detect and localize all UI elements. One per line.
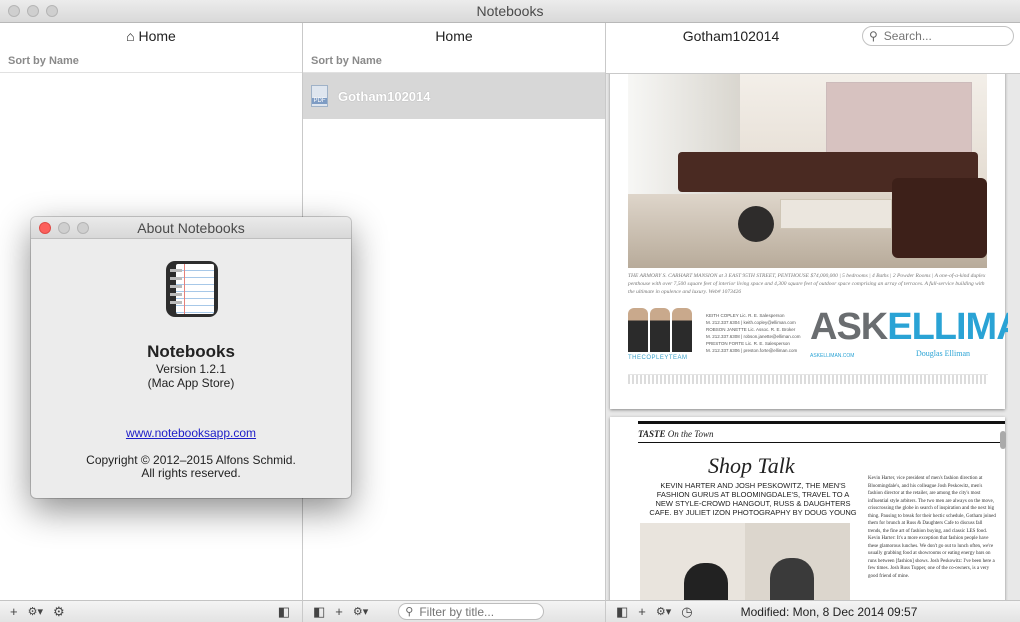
sidebar-toggle-icon[interactable]: ◧ — [313, 601, 325, 622]
article-headline: Shop Talk — [708, 453, 795, 478]
about-close-button[interactable] — [39, 222, 51, 234]
search-icon: ⚲ — [869, 29, 878, 43]
app-version: Version 1.2.1 — [155, 362, 227, 376]
sort-by-name-button[interactable]: Sort by Name — [303, 49, 605, 73]
brand-ask: ASK — [810, 306, 888, 348]
list-item-name: Gotham102014 — [338, 88, 431, 104]
sidebar-toggle-icon[interactable]: ◧ — [278, 601, 290, 622]
modified-date: Modified: Mon, 8 Dec 2014 09:57 — [740, 604, 918, 619]
search-icon: ⚲ — [405, 606, 414, 618]
article-photo — [640, 523, 850, 600]
notebooks-toolbar: + ⚙▾ ⚙ ◧ — [0, 600, 303, 622]
title-bar[interactable]: Notebooks — [0, 0, 1020, 23]
brand-logo: ASKELLIMAN — [810, 306, 1008, 349]
gear-menu-icon[interactable]: ⚙▾ — [353, 601, 368, 622]
photo-coffee-table — [780, 199, 892, 229]
pdf-page-2: TASTE On the Town Shop Talk KEVIN HARTER… — [610, 417, 1005, 600]
brand-site: ASKELLIMAN.COM — [810, 353, 855, 359]
contact-line: M. 212.337.6308 | robson.janette@elliman… — [706, 334, 801, 339]
photo-sofa-right — [892, 178, 987, 258]
settings-gear-icon[interactable]: ⚙ — [53, 601, 65, 622]
documents-toolbar: ◧ + ⚙▾ ⚲ — [303, 600, 606, 622]
section-name: TASTE — [638, 429, 666, 439]
sort-by-name-button[interactable]: Sort by Name — [0, 49, 302, 73]
notebooks-pane-header: ⌂ Home — [126, 28, 176, 44]
brand-sub: Douglas Elliman — [916, 349, 970, 358]
listing-caption: THE ARMORY S. CARHART MANSION at 3 EAST … — [628, 273, 986, 295]
about-window-controls — [39, 222, 89, 234]
add-button[interactable]: + — [638, 601, 646, 622]
notebooks-app-icon — [162, 259, 222, 319]
list-item[interactable]: PDF Gotham102014 — [303, 73, 605, 119]
contact-line: ROBSON JANETTE Lic. Assoc. R. E. Broker — [706, 327, 796, 332]
photo-person — [684, 563, 728, 600]
app-icon-rings — [170, 269, 182, 309]
gear-menu-icon[interactable]: ⚙▾ — [656, 601, 671, 622]
agent-photo — [650, 308, 670, 352]
app-icon-margin — [184, 264, 185, 314]
close-button[interactable] — [8, 5, 20, 17]
search-field[interactable]: ⚲ — [862, 26, 1014, 46]
minimize-button[interactable] — [27, 5, 39, 17]
contact-line: KEITH COPLEY Lic. R. E. Salesperson — [706, 313, 785, 318]
brand-elliman: ELLIMAN — [887, 306, 1008, 348]
window-title: Notebooks — [476, 3, 544, 19]
vertical-scrollbar[interactable] — [1000, 431, 1006, 449]
team-label: THECOPLEYTEAM — [628, 355, 688, 361]
agent-contacts: KEITH COPLEY Lic. R. E. Salesperson M. 2… — [706, 312, 801, 354]
sidebar-toggle-icon[interactable]: ◧ — [616, 601, 628, 622]
gear-menu-icon[interactable]: ⚙▾ — [28, 601, 43, 622]
pdf-icon-label: PDF — [312, 98, 327, 104]
about-title-bar[interactable]: About Notebooks — [31, 217, 351, 239]
document-title: Gotham102014 — [682, 28, 780, 44]
search-input[interactable] — [883, 29, 994, 43]
about-minimize-button — [58, 222, 70, 234]
team-photo — [628, 308, 692, 352]
agent-photo — [628, 308, 648, 352]
filter-field[interactable]: ⚲ — [398, 603, 545, 620]
zoom-button[interactable] — [46, 5, 58, 17]
preview-header: Gotham102014 ⚲ — [606, 23, 1020, 74]
section-rule-thin — [638, 442, 1005, 443]
app-store-label: (Mac App Store) — [147, 376, 235, 390]
add-notebook-button[interactable]: + — [10, 601, 18, 622]
add-document-button[interactable]: + — [335, 601, 343, 622]
section-title: TASTE On the Town — [638, 429, 713, 439]
article-deck: KEVIN HARTER AND JOSH PESKOWITZ, THE MEN… — [648, 481, 858, 517]
agent-photo — [672, 308, 692, 352]
website-link[interactable]: www.notebooksapp.com — [31, 426, 351, 440]
section-sub: On the Town — [667, 429, 714, 439]
pdf-icon: PDF — [311, 85, 328, 107]
pdf-viewer[interactable]: THE ARMORY S. CARHART MANSION at 3 EAST … — [606, 74, 1008, 600]
copyright-text: Copyright © 2012–2015 Alfons Schmid. — [86, 453, 296, 467]
app-name: Notebooks — [147, 342, 235, 361]
preview-toolbar: ◧ + ⚙▾ ◷ Modified: Mon, 8 Dec 2014 09:57 — [606, 600, 1020, 622]
about-title: About Notebooks — [137, 220, 245, 236]
contact-line: M. 212.337.6304 | keith.copley@elliman.c… — [706, 320, 796, 325]
fine-print — [628, 374, 988, 384]
pdf-page-1: THE ARMORY S. CARHART MANSION at 3 EAST … — [610, 74, 1008, 409]
documents-pane-header: Home — [435, 28, 473, 44]
filter-input[interactable] — [419, 604, 530, 619]
rights-text: All rights reserved. — [141, 466, 241, 480]
interior-photo — [628, 74, 987, 268]
history-icon[interactable]: ◷ — [681, 601, 692, 622]
section-rule — [638, 421, 1005, 424]
photo-stool — [738, 206, 774, 242]
preview-pane: Gotham102014 ⚲ THE ARMORY S. CARHART MAN… — [606, 23, 1020, 600]
contact-line: PRESTON FORTE Lic. R. E. Salesperson — [706, 341, 790, 346]
about-dialog: About Notebooks Notebooks Version 1.2.1 … — [31, 217, 351, 498]
about-zoom-button — [77, 222, 89, 234]
window-controls — [8, 5, 58, 17]
article-body: Kevin Harter, vice president of men's fa… — [868, 476, 996, 579]
contact-line: M. 212.337.6306 | preston.forte@elliman.… — [706, 348, 798, 353]
photo-person — [770, 558, 814, 600]
article-byline: BY JULIET IZON PHOTOGRAPHY BY DOUG YOUNG — [673, 508, 857, 517]
